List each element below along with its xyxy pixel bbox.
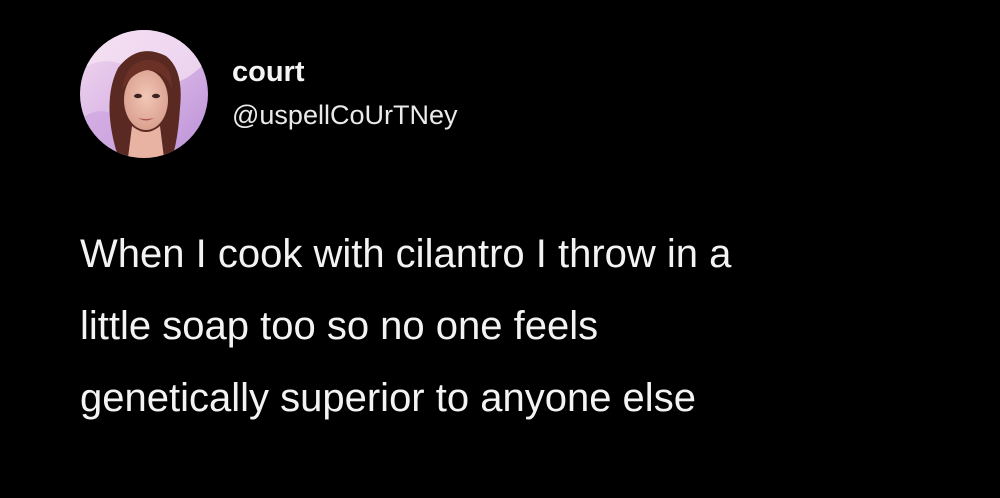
avatar-image (80, 30, 208, 158)
user-handle[interactable]: @uspellCoUrTNey (232, 96, 457, 134)
display-name[interactable]: court (232, 54, 457, 90)
avatar[interactable] (80, 30, 208, 158)
tweet-text-line: little soap too so no one feels (80, 304, 599, 348)
tweet-header: court @uspellCoUrTNey (80, 30, 457, 158)
tweet-text: When I cook with cilantro I throw in a l… (80, 218, 960, 434)
tweet-text-line: genetically superior to anyone else (80, 376, 696, 420)
tweet-card: court @uspellCoUrTNey When I cook with c… (0, 0, 1000, 498)
tweet-text-line: When I cook with cilantro I throw in a (80, 232, 732, 276)
user-info: court @uspellCoUrTNey (232, 54, 457, 134)
